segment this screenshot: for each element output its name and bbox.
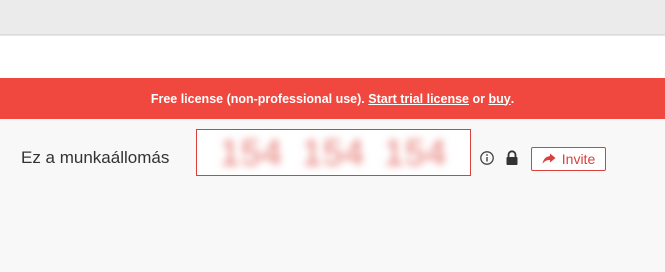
- start-trial-license-link[interactable]: Start trial license: [368, 92, 469, 106]
- banner-or-text: or: [469, 91, 489, 106]
- license-banner: Free license (non-professional use). Sta…: [0, 78, 665, 119]
- toolbar-area: [0, 35, 665, 79]
- workstation-id-value: 154 154 154: [219, 131, 448, 173]
- info-icon[interactable]: [480, 151, 494, 165]
- banner-period: .: [510, 91, 515, 106]
- invite-label: Invite: [561, 151, 596, 167]
- workstation-label: Ez a munkaállomás: [21, 148, 170, 167]
- workstation-id-field[interactable]: 154 154 154: [196, 129, 471, 176]
- buy-link[interactable]: buy: [488, 92, 510, 106]
- banner-text: Free license (non-professional use).: [150, 91, 369, 106]
- lock-icon[interactable]: [505, 150, 519, 166]
- invite-button[interactable]: Invite: [531, 147, 606, 171]
- main-content: Ez a munkaállomás 154 154 154 Invite: [0, 119, 665, 272]
- share-arrow-icon: [542, 153, 556, 165]
- window-title-bar: [0, 0, 665, 35]
